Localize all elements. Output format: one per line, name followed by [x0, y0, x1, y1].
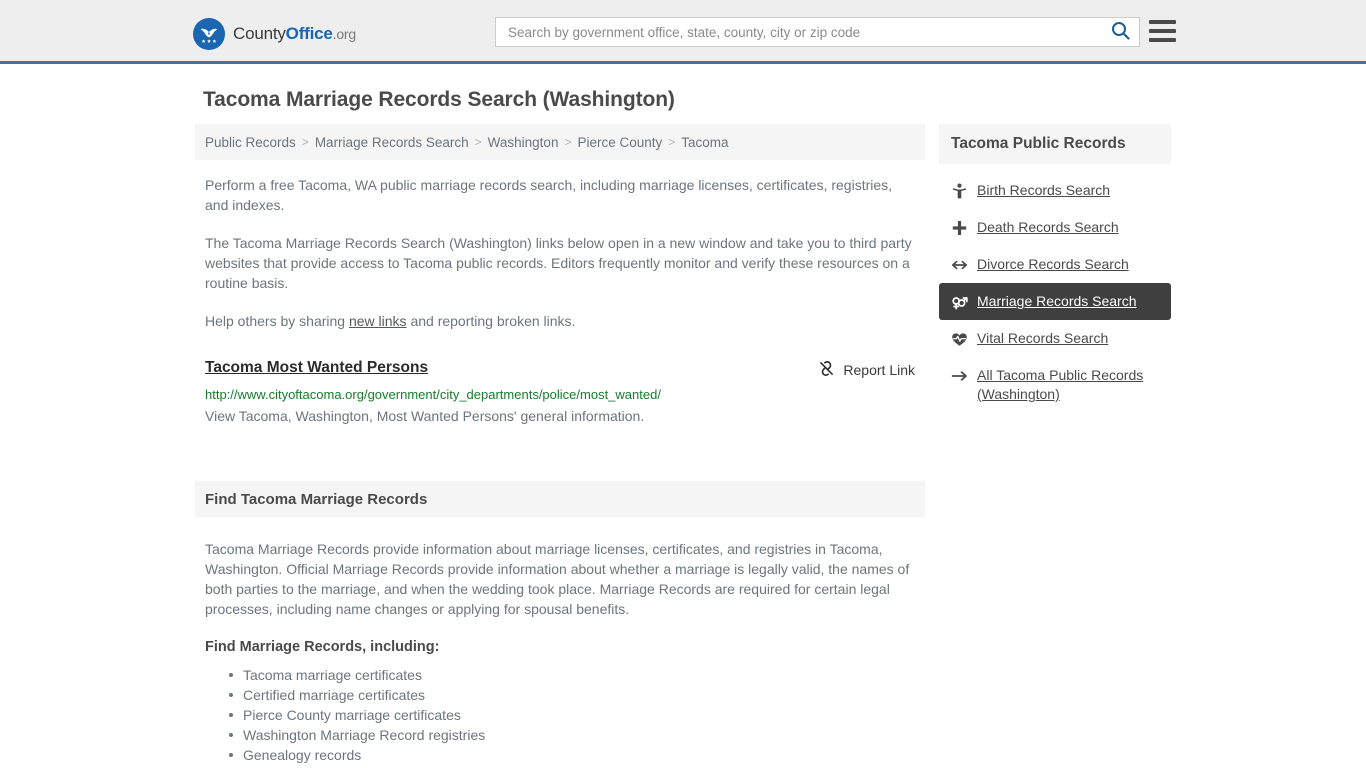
result-description: View Tacoma, Washington, Most Wanted Per… — [205, 408, 645, 424]
search-input[interactable] — [506, 18, 1101, 46]
section-header: Find Tacoma Marriage Records — [195, 481, 925, 517]
search-button[interactable] — [1101, 18, 1139, 46]
eagle-stars-shield-icon — [193, 18, 225, 50]
header-inner: CountyOffice.org — [0, 0, 1366, 61]
hamburger-menu-button[interactable] — [1149, 17, 1177, 45]
list-item: Washington Marriage Record registries — [229, 725, 915, 745]
intro-paragraph-2: The Tacoma Marriage Records Search (Wash… — [205, 235, 912, 291]
breadcrumb-item-pierce-county[interactable]: Pierce County — [577, 135, 662, 150]
breadcrumb-item-tacoma: Tacoma — [681, 134, 729, 150]
brand-name-tld: .org — [332, 26, 357, 42]
intro-text: Perform a free Tacoma, WA public marriag… — [195, 175, 925, 331]
baby-person-icon — [951, 182, 968, 200]
search-icon — [1111, 21, 1130, 43]
hamburger-bar-2 — [1149, 29, 1176, 33]
section-heading: Find Tacoma Marriage Records — [205, 490, 428, 508]
heart-pulse-icon — [951, 330, 968, 348]
site-logo-link[interactable]: CountyOffice.org — [193, 18, 356, 50]
result-url: http://www.cityoftacoma.org/government/c… — [205, 387, 661, 402]
breadcrumb-item-public-records[interactable]: Public Records — [205, 135, 296, 150]
intro-paragraph-1: Perform a free Tacoma, WA public marriag… — [205, 177, 893, 213]
left-right-arrow-icon — [951, 256, 968, 274]
site-logo-text: CountyOffice.org — [233, 24, 356, 44]
hamburger-bar-3 — [1149, 38, 1176, 42]
report-link-label: Report Link — [843, 362, 915, 378]
sidebar-item-label: Birth Records Search — [977, 182, 1111, 198]
broken-link-icon — [818, 360, 835, 380]
hamburger-bar-1 — [1149, 20, 1176, 24]
sidebar-heading: Tacoma Public Records — [951, 135, 1126, 152]
find-records-section: Find Tacoma Marriage Records Tacoma Marr… — [195, 481, 925, 765]
sidebar-item-label: Death Records Search — [977, 219, 1119, 235]
breadcrumb-item-marriage-records-search[interactable]: Marriage Records Search — [315, 135, 469, 150]
site-header: CountyOffice.org — [0, 0, 1366, 64]
result-header-row: Tacoma Most Wanted Persons Report Link — [205, 359, 915, 380]
breadcrumb-separator: > — [668, 135, 676, 149]
main-content: Public Records > Marriage Records Search… — [195, 124, 925, 765]
cross-plus-icon — [951, 219, 968, 237]
result-title-link[interactable]: Tacoma Most Wanted Persons — [205, 359, 428, 377]
list-item: Certified marriage certificates — [229, 685, 915, 705]
page-title: Tacoma Marriage Records Search (Washingt… — [203, 88, 675, 111]
list-item: Pierce County marriage certificates — [229, 705, 915, 725]
sidebar-item-label: All Tacoma Public Records (Washington) — [977, 367, 1144, 402]
list-item: Tacoma marriage certificates — [229, 665, 915, 685]
section-paragraph: Tacoma Marriage Records provide informat… — [205, 541, 910, 617]
sidebar-item-birth-records[interactable]: Birth Records Search — [939, 172, 1171, 209]
brand-name-office: Office — [285, 24, 333, 43]
list-item: Genealogy records — [229, 745, 915, 765]
list-heading: Find Marriage Records, including: — [205, 639, 440, 655]
sidebar-item-death-records[interactable]: Death Records Search — [939, 209, 1171, 246]
sidebar: Tacoma Public Records Birth Records Sear… — [939, 124, 1171, 413]
intro-paragraph-3-prefix: Help others by sharing — [205, 313, 349, 329]
sidebar-item-label: Divorce Records Search — [977, 256, 1129, 272]
breadcrumb-separator: > — [301, 135, 309, 149]
section-body: Tacoma Marriage Records provide informat… — [195, 539, 925, 765]
breadcrumb-item-washington[interactable]: Washington — [488, 135, 559, 150]
breadcrumb-separator: > — [564, 135, 572, 149]
male-female-symbols-icon — [951, 293, 968, 311]
new-links-link[interactable]: new links — [349, 313, 407, 329]
sidebar-item-vital-records[interactable]: Vital Records Search — [939, 320, 1171, 357]
intro-paragraph-3: Help others by sharing new links and rep… — [205, 311, 915, 331]
brand-name-county: County — [233, 24, 286, 43]
search-bar[interactable] — [495, 17, 1140, 47]
sidebar-item-label: Marriage Records Search — [977, 293, 1137, 309]
sidebar-item-all-public-records[interactable]: All Tacoma Public Records (Washington) — [939, 357, 1171, 413]
records-list: Tacoma marriage certificates Certified m… — [205, 665, 915, 765]
breadcrumb-separator: > — [474, 135, 482, 149]
result-item: Tacoma Most Wanted Persons Report Link h… — [195, 359, 925, 426]
report-link-button[interactable]: Report Link — [818, 360, 915, 380]
sidebar-list: Birth Records Search Death Records Searc… — [939, 172, 1171, 413]
sidebar-header: Tacoma Public Records — [939, 124, 1171, 164]
sidebar-item-divorce-records[interactable]: Divorce Records Search — [939, 246, 1171, 283]
intro-paragraph-3-suffix: and reporting broken links. — [406, 313, 576, 329]
sidebar-item-label: Vital Records Search — [977, 330, 1109, 346]
breadcrumb: Public Records > Marriage Records Search… — [195, 124, 925, 160]
sidebar-item-marriage-records[interactable]: Marriage Records Search — [939, 283, 1171, 320]
arrow-right-icon — [951, 367, 968, 385]
